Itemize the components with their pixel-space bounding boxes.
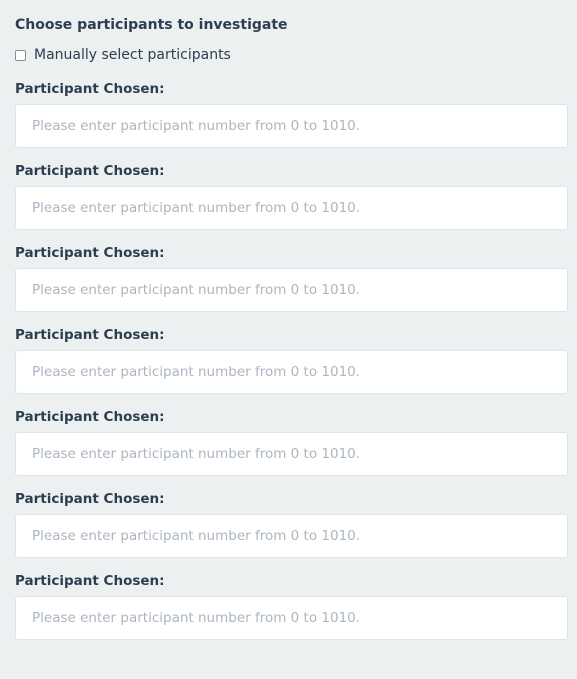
participant-group-7: Participant Chosen: Please enter partici… — [15, 572, 569, 640]
participant-label: Participant Chosen: — [15, 163, 165, 179]
participant-group-4: Participant Chosen: Please enter partici… — [15, 326, 569, 394]
manual-select-checkbox[interactable] — [15, 49, 26, 61]
participant-group-2: Participant Chosen: Please enter partici… — [15, 162, 569, 230]
participant-input[interactable]: Please enter participant number from 0 t… — [15, 350, 568, 394]
participant-label: Participant Chosen: — [15, 245, 165, 261]
participant-input[interactable]: Please enter participant number from 0 t… — [15, 432, 568, 476]
manual-select-row[interactable]: Manually select participants — [15, 46, 569, 64]
participant-label: Participant Chosen: — [15, 491, 165, 507]
participant-group-6: Participant Chosen: Please enter partici… — [15, 490, 569, 558]
participant-label: Participant Chosen: — [15, 327, 165, 343]
participant-label: Participant Chosen: — [15, 573, 165, 589]
participant-input[interactable]: Please enter participant number from 0 t… — [15, 104, 568, 148]
participant-input[interactable]: Please enter participant number from 0 t… — [15, 268, 568, 312]
participant-label: Participant Chosen: — [15, 81, 165, 97]
participant-selection-panel: Choose participants to investigate Manua… — [0, 0, 577, 679]
manual-select-label[interactable]: Manually select participants — [34, 46, 231, 64]
participant-group-5: Participant Chosen: Please enter partici… — [15, 408, 569, 476]
participant-input[interactable]: Please enter participant number from 0 t… — [15, 596, 568, 640]
section-title: Choose participants to investigate — [15, 17, 288, 33]
participant-group-1: Participant Chosen: Please enter partici… — [15, 80, 569, 148]
participant-label: Participant Chosen: — [15, 409, 165, 425]
participant-group-3: Participant Chosen: Please enter partici… — [15, 244, 569, 312]
participant-input[interactable]: Please enter participant number from 0 t… — [15, 514, 568, 558]
participant-input[interactable]: Please enter participant number from 0 t… — [15, 186, 568, 230]
